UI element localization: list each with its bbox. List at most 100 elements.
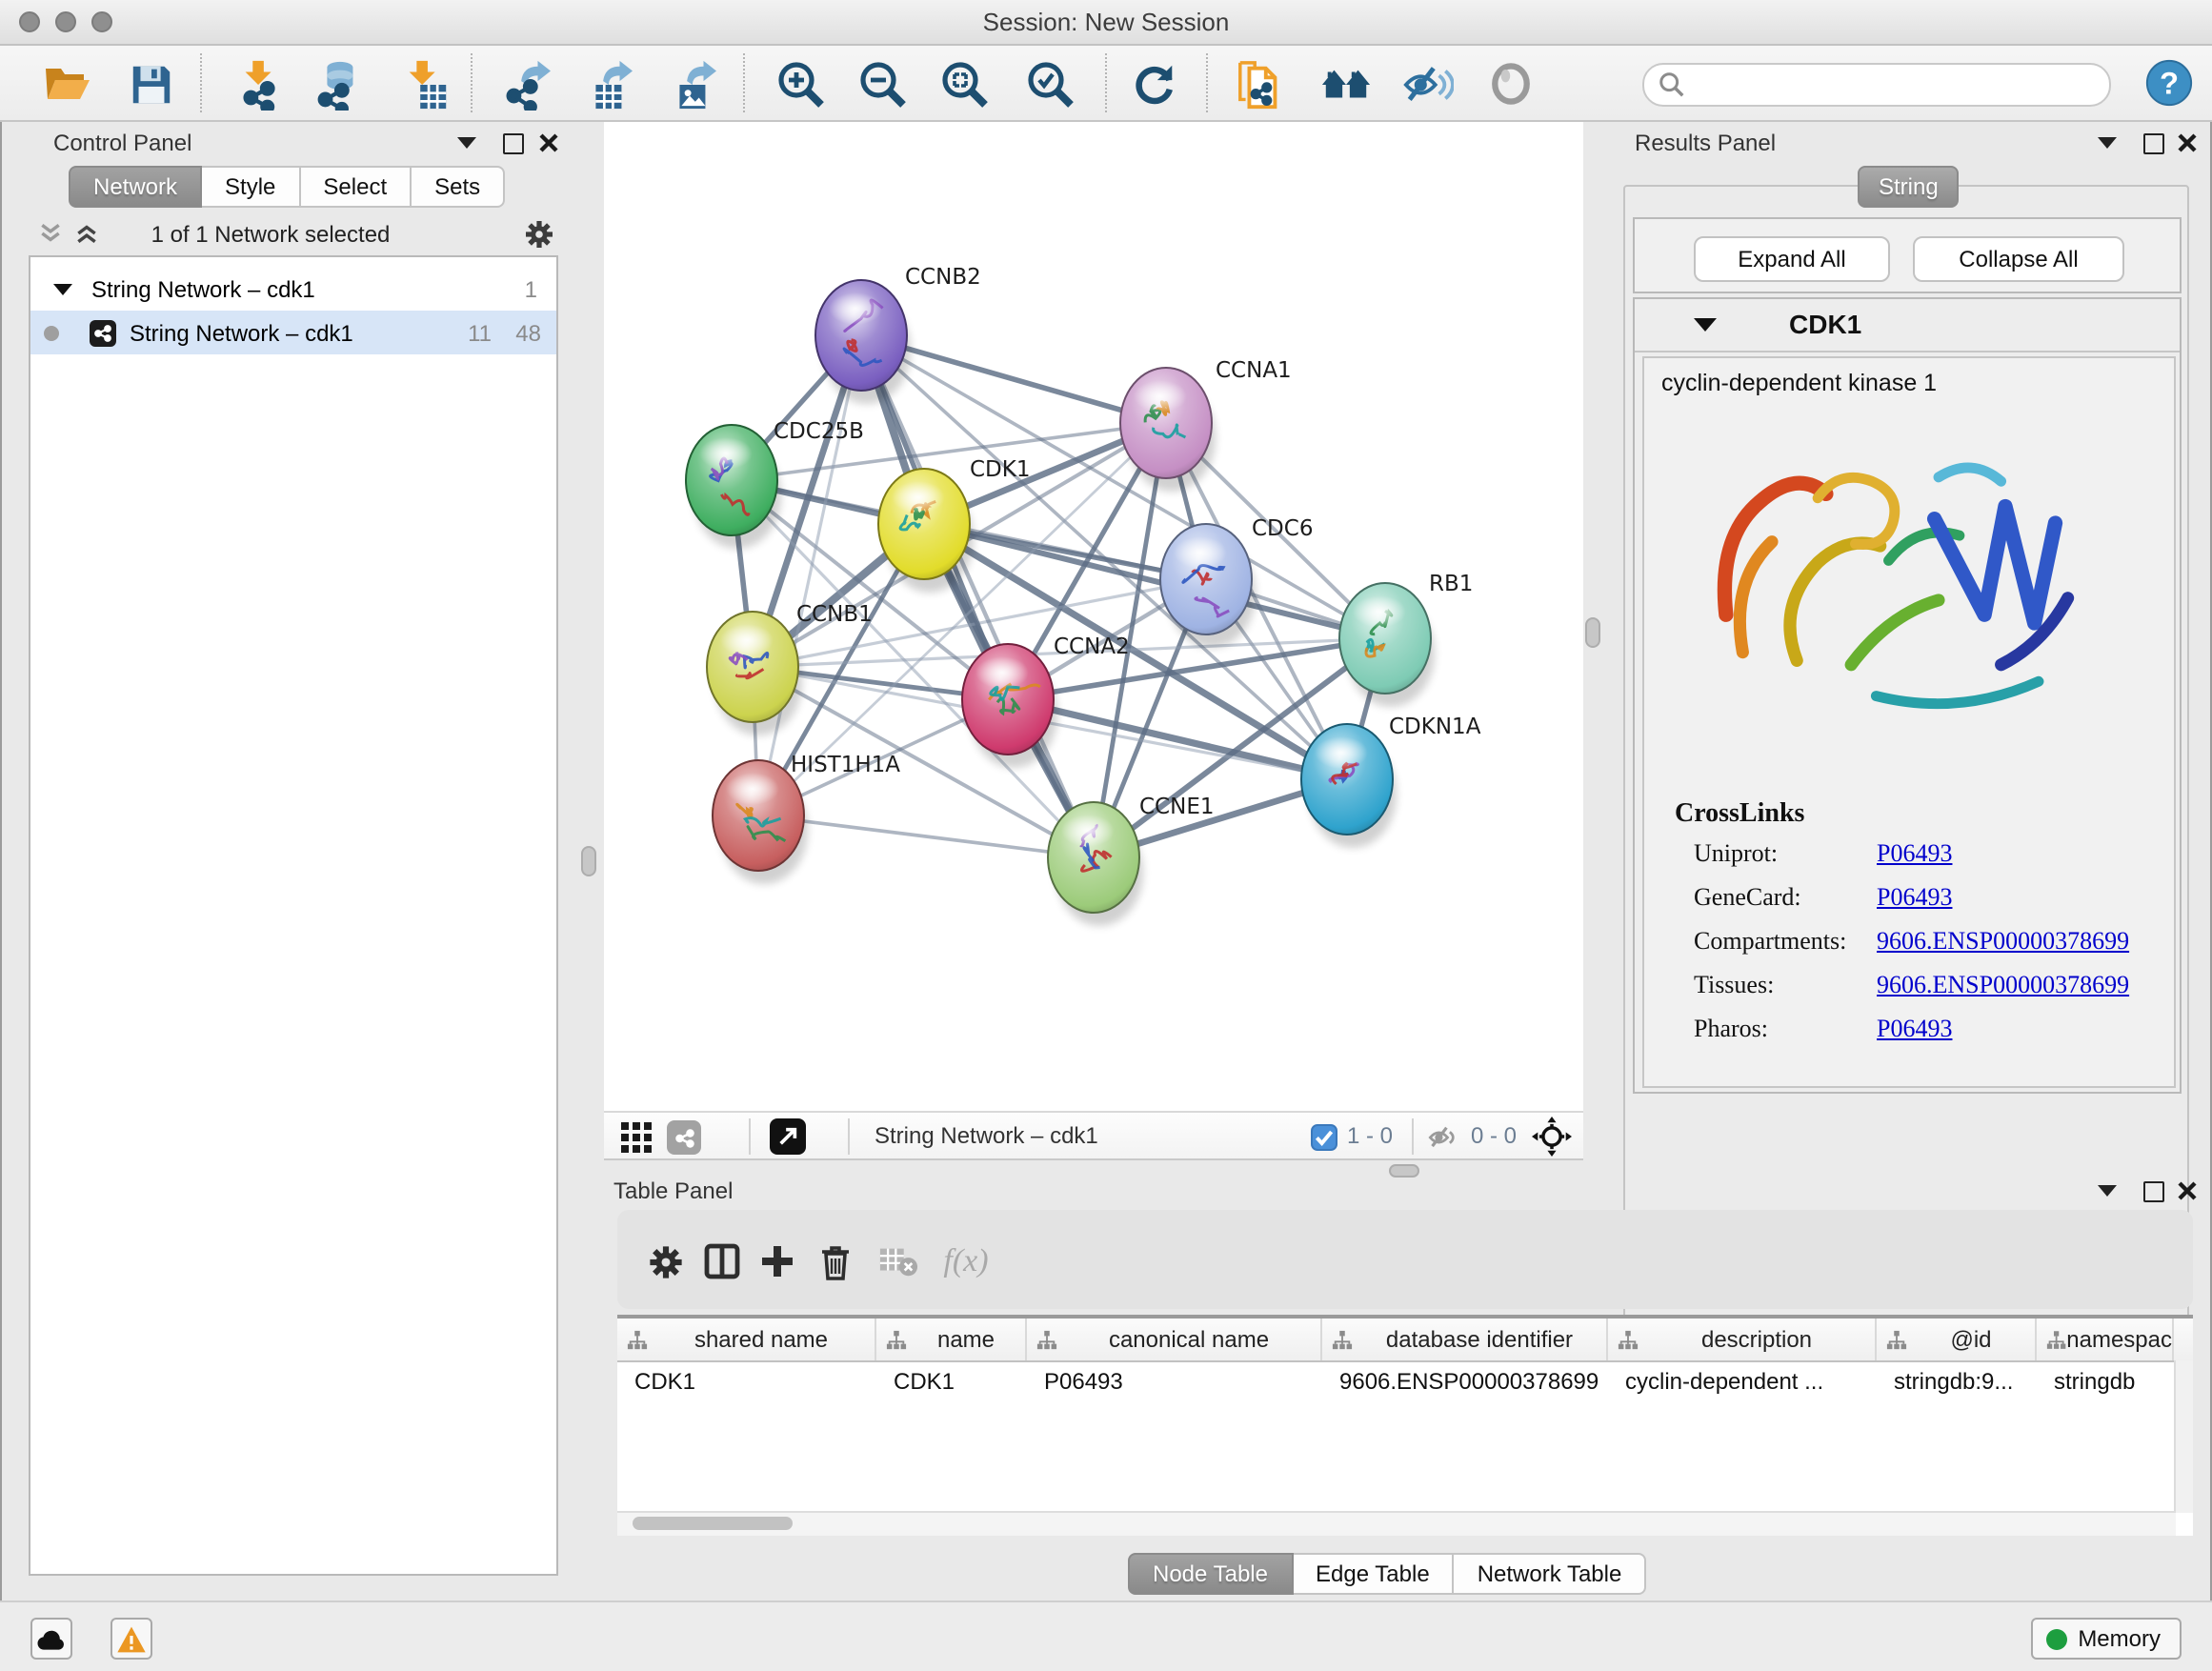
table-vertical-scrollbar[interactable] bbox=[2174, 1360, 2193, 1513]
column-header-shared-name[interactable]: shared name bbox=[617, 1319, 876, 1360]
network-row-selected[interactable]: String Network – cdk1 11 48 bbox=[30, 311, 556, 354]
control-panel-menu-icon[interactable] bbox=[453, 130, 480, 156]
collapse-all-button[interactable]: Collapse All bbox=[1913, 236, 2124, 282]
tab-select[interactable]: Select bbox=[300, 166, 412, 208]
tab-edge-table[interactable]: Edge Table bbox=[1293, 1553, 1455, 1595]
column-header-name[interactable]: name bbox=[876, 1319, 1027, 1360]
columns-icon bbox=[703, 1242, 741, 1280]
save-session-button[interactable] bbox=[122, 55, 179, 112]
network-edge-CCNA2-CDKN1A[interactable] bbox=[1008, 699, 1347, 779]
toolbar-divider bbox=[1206, 53, 1208, 112]
zoom-in-button[interactable] bbox=[772, 55, 829, 112]
network-node-CCNE1[interactable]: CCNE1 bbox=[1048, 795, 1215, 926]
table-cell[interactable]: stringdb:9... bbox=[1877, 1362, 2037, 1402]
home-button[interactable] bbox=[1317, 55, 1374, 112]
tab-network-table[interactable]: Network Table bbox=[1455, 1553, 1647, 1595]
import-network-button[interactable] bbox=[231, 55, 288, 112]
table-panel-menu-icon[interactable] bbox=[2094, 1178, 2121, 1204]
crosslink-link[interactable]: P06493 bbox=[1877, 838, 1952, 869]
network-node-CDC25B[interactable]: CDC25B bbox=[686, 419, 864, 549]
table-panel-close-icon[interactable] bbox=[2174, 1178, 2201, 1204]
results-panel-float-icon[interactable] bbox=[2140, 130, 2166, 156]
results-entry-header[interactable]: CDK1 bbox=[1635, 299, 2180, 352]
search-input[interactable] bbox=[1694, 67, 2098, 103]
right-splitter-handle[interactable] bbox=[1585, 617, 1600, 648]
table-row[interactable]: CDK1CDK1P064939606.ENSP00000378699cyclin… bbox=[617, 1362, 2193, 1402]
tab-node-table[interactable]: Node Table bbox=[1128, 1553, 1293, 1595]
refresh-button[interactable] bbox=[1126, 55, 1183, 112]
hide-graphics-button[interactable] bbox=[1398, 55, 1456, 112]
warnings-button[interactable] bbox=[111, 1618, 152, 1660]
hidden-eye-slash-icon[interactable] bbox=[1427, 1122, 1459, 1153]
crosslink-link[interactable]: P06493 bbox=[1877, 1014, 1952, 1044]
current-network-dot-icon bbox=[44, 325, 59, 340]
network-options-gear-icon[interactable] bbox=[524, 219, 554, 250]
table-options-button[interactable] bbox=[640, 1237, 690, 1286]
table-horizontal-scrollbar[interactable] bbox=[617, 1511, 2176, 1536]
show-columns-button[interactable] bbox=[697, 1237, 747, 1286]
column-header-namespac[interactable]: namespac bbox=[2037, 1319, 2174, 1360]
tab-sets[interactable]: Sets bbox=[412, 166, 505, 208]
crosslink-link[interactable]: 9606.ENSP00000378699 bbox=[1877, 926, 2129, 956]
network-node-HIST1H1A[interactable]: HIST1H1A bbox=[713, 753, 900, 884]
column-header-database-identifier[interactable]: database identifier bbox=[1322, 1319, 1608, 1360]
table-cell[interactable]: CDK1 bbox=[617, 1362, 876, 1402]
zoom-out-button[interactable] bbox=[854, 55, 911, 112]
export-network-button[interactable] bbox=[495, 55, 553, 112]
table-cell[interactable]: cyclin-dependent ... bbox=[1608, 1362, 1877, 1402]
grid-view-icon[interactable] bbox=[621, 1122, 652, 1153]
column-header-canonical-name[interactable]: canonical name bbox=[1027, 1319, 1322, 1360]
column-header-description[interactable]: description bbox=[1608, 1319, 1877, 1360]
expand-all-button[interactable]: Expand All bbox=[1694, 236, 1890, 282]
export-table-button[interactable] bbox=[577, 55, 634, 112]
table-cell[interactable]: P06493 bbox=[1027, 1362, 1322, 1402]
table-cell[interactable]: stringdb bbox=[2037, 1362, 2174, 1402]
crosslink-link[interactable]: 9606.ENSP00000378699 bbox=[1877, 970, 2129, 1000]
left-splitter-handle[interactable] bbox=[581, 846, 596, 876]
import-table-button[interactable] bbox=[396, 55, 453, 112]
table-panel-float-icon[interactable] bbox=[2140, 1178, 2166, 1204]
delete-column-button[interactable] bbox=[810, 1237, 859, 1286]
network-view-canvas[interactable]: CCNB2CCNA1CDC25BCDK1CDC6RB1CCNB1CCNA2CDK… bbox=[604, 122, 1583, 1111]
tree-expander-icon[interactable] bbox=[53, 283, 72, 294]
create-column-button[interactable] bbox=[753, 1237, 802, 1286]
column-header--id[interactable]: @id bbox=[1877, 1319, 2037, 1360]
preview-button[interactable] bbox=[1482, 55, 1539, 112]
control-panel-float-icon[interactable] bbox=[499, 130, 526, 156]
control-panel-close-icon[interactable] bbox=[535, 130, 562, 156]
export-image-button[interactable] bbox=[661, 55, 718, 112]
results-panel-menu-icon[interactable] bbox=[2094, 130, 2121, 156]
zoom-selected-button[interactable] bbox=[1021, 55, 1078, 112]
network-edge-CCNB2-CCNE1[interactable] bbox=[861, 335, 1094, 857]
control-panel-tabs: NetworkStyleSelectSets bbox=[69, 166, 505, 208]
tab-string[interactable]: String bbox=[1858, 166, 1960, 208]
network-share-view-icon[interactable] bbox=[667, 1120, 701, 1155]
network-node-CDKN1A[interactable]: CDKN1A bbox=[1301, 715, 1481, 848]
cloud-status-button[interactable] bbox=[30, 1618, 72, 1660]
table-cell[interactable]: 9606.ENSP00000378699 bbox=[1322, 1362, 1608, 1402]
network-node-RB1[interactable]: RB1 bbox=[1339, 572, 1473, 707]
table-cell[interactable]: CDK1 bbox=[876, 1362, 1027, 1402]
network-node-CCNA1[interactable]: CCNA1 bbox=[1120, 358, 1292, 492]
memory-button[interactable]: Memory bbox=[2030, 1618, 2182, 1660]
tab-network[interactable]: Network bbox=[69, 166, 202, 208]
network-edge-HIST1H1A-CCNE1[interactable] bbox=[758, 815, 1094, 857]
import-network-database-button[interactable] bbox=[309, 55, 366, 112]
open-session-button[interactable] bbox=[38, 55, 95, 112]
zoom-fit-button[interactable] bbox=[935, 55, 993, 112]
open-view-in-window-icon[interactable] bbox=[770, 1118, 806, 1155]
network-node-CCNB1[interactable]: CCNB1 bbox=[707, 602, 873, 735]
network-node-CCNB2[interactable]: CCNB2 bbox=[815, 265, 981, 404]
string-import-button[interactable] bbox=[1231, 55, 1288, 112]
help-button[interactable]: ? bbox=[2140, 53, 2197, 111]
scrollbar-thumb[interactable] bbox=[633, 1517, 793, 1530]
entry-expander-icon[interactable] bbox=[1694, 318, 1717, 332]
results-panel-close-icon[interactable] bbox=[2174, 130, 2201, 156]
tab-style[interactable]: Style bbox=[202, 166, 300, 208]
selected-checkbox-icon[interactable] bbox=[1311, 1124, 1337, 1151]
crosslink-link[interactable]: P06493 bbox=[1877, 882, 1952, 913]
network-collection-row[interactable]: String Network – cdk1 1 bbox=[30, 267, 556, 311]
network-edge-HIST1H1A-CCNB2[interactable] bbox=[758, 335, 861, 815]
bottom-splitter-handle[interactable] bbox=[1389, 1164, 1419, 1178]
navigator-crosshair-icon[interactable] bbox=[1532, 1117, 1572, 1157]
